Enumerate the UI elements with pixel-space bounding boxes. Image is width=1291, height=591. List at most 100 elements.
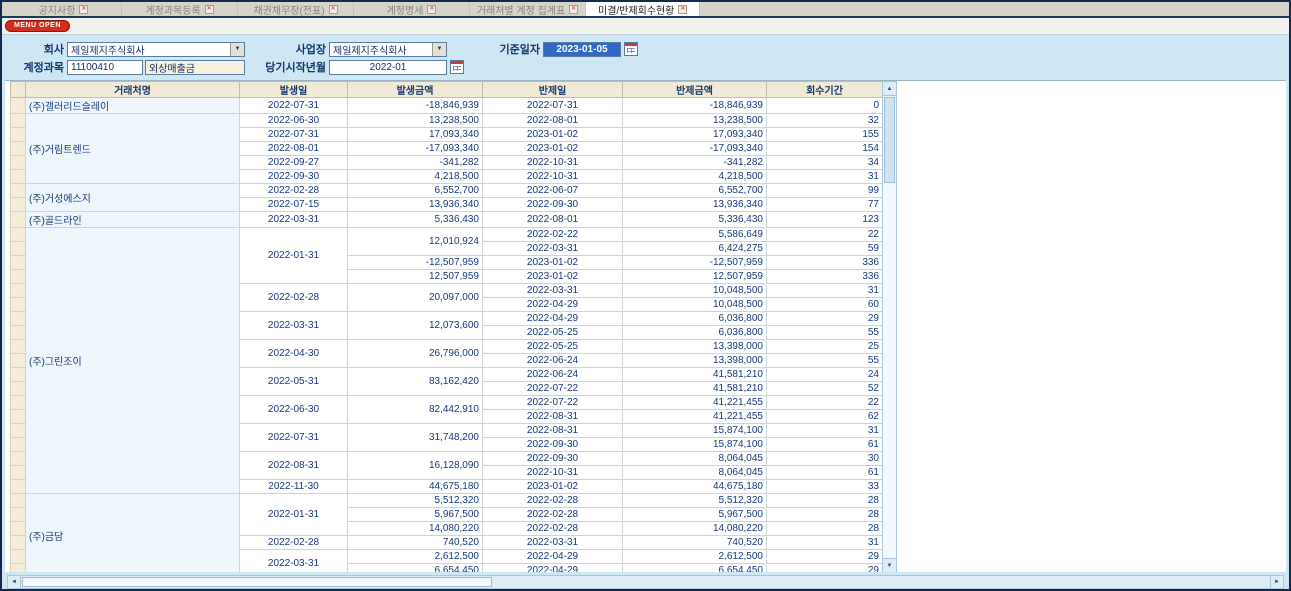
- row-indicator[interactable]: [11, 184, 26, 198]
- cell-settle-date[interactable]: 2022-05-25: [483, 340, 623, 354]
- cell-occur-amount[interactable]: 740,520: [348, 536, 483, 550]
- cell-customer[interactable]: (주)그린조이: [26, 228, 240, 494]
- cell-occur-amount[interactable]: 5,512,320: [348, 494, 483, 508]
- row-indicator[interactable]: [11, 438, 26, 452]
- tab-close-icon[interactable]: ✕: [329, 5, 338, 14]
- cell-collection-days[interactable]: 30: [767, 452, 883, 466]
- cell-settle-date[interactable]: 2023-01-02: [483, 480, 623, 494]
- cell-collection-days[interactable]: 31: [767, 284, 883, 298]
- v-scroll-thumb[interactable]: [884, 97, 895, 183]
- row-indicator[interactable]: [11, 284, 26, 298]
- cell-occur-date[interactable]: 2022-05-31: [240, 368, 348, 396]
- cell-occur-date[interactable]: 2022-03-31: [240, 212, 348, 228]
- row-indicator[interactable]: [11, 522, 26, 536]
- row-indicator[interactable]: [11, 228, 26, 242]
- cell-occur-date[interactable]: 2022-03-31: [240, 312, 348, 340]
- cell-occur-amount[interactable]: 5,967,500: [348, 508, 483, 522]
- scroll-right-icon[interactable]: ►: [1270, 576, 1283, 588]
- cell-settle-date[interactable]: 2022-05-25: [483, 326, 623, 340]
- row-indicator[interactable]: [11, 480, 26, 494]
- row-indicator[interactable]: [11, 142, 26, 156]
- row-indicator[interactable]: [11, 466, 26, 480]
- tab-close-icon[interactable]: ✕: [678, 5, 687, 14]
- cell-occur-amount[interactable]: 13,936,340: [348, 198, 483, 212]
- cell-settle-amount[interactable]: 13,398,000: [623, 340, 767, 354]
- row-indicator[interactable]: [11, 452, 26, 466]
- cell-collection-days[interactable]: 28: [767, 522, 883, 536]
- cell-collection-days[interactable]: 123: [767, 212, 883, 228]
- horizontal-scrollbar[interactable]: ◄ ►: [7, 575, 1284, 589]
- row-indicator[interactable]: [11, 114, 26, 128]
- row-indicator[interactable]: [11, 550, 26, 564]
- cell-settle-date[interactable]: 2023-01-02: [483, 256, 623, 270]
- cell-settle-amount[interactable]: 8,064,045: [623, 466, 767, 480]
- cell-collection-days[interactable]: 99: [767, 184, 883, 198]
- row-indicator[interactable]: [11, 312, 26, 326]
- cell-collection-days[interactable]: 62: [767, 410, 883, 424]
- row-indicator[interactable]: [11, 198, 26, 212]
- cell-settle-amount[interactable]: 41,221,455: [623, 396, 767, 410]
- cell-settle-date[interactable]: 2022-09-30: [483, 438, 623, 452]
- cell-settle-amount[interactable]: 10,048,500: [623, 284, 767, 298]
- cell-collection-days[interactable]: 33: [767, 480, 883, 494]
- cell-settle-amount[interactable]: 8,064,045: [623, 452, 767, 466]
- cell-settle-date[interactable]: 2022-07-31: [483, 98, 623, 114]
- cell-collection-days[interactable]: 154: [767, 142, 883, 156]
- cell-collection-days[interactable]: 0: [767, 98, 883, 114]
- cell-settle-amount[interactable]: 41,581,210: [623, 382, 767, 396]
- cell-customer[interactable]: (주)금담: [26, 494, 240, 573]
- cell-occur-amount[interactable]: 12,507,959: [348, 270, 483, 284]
- calendar-icon[interactable]: [624, 42, 638, 56]
- cell-settle-date[interactable]: 2023-01-02: [483, 270, 623, 284]
- cell-settle-amount[interactable]: 5,586,649: [623, 228, 767, 242]
- calendar-icon[interactable]: [450, 60, 464, 74]
- cell-occur-amount[interactable]: 4,218,500: [348, 170, 483, 184]
- cell-settle-amount[interactable]: 17,093,340: [623, 128, 767, 142]
- cell-occur-date[interactable]: 2022-02-28: [240, 184, 348, 198]
- cell-settle-date[interactable]: 2022-07-22: [483, 382, 623, 396]
- cell-settle-date[interactable]: 2022-04-29: [483, 550, 623, 564]
- cell-occur-amount[interactable]: 6,654,450: [348, 564, 483, 573]
- cell-settle-date[interactable]: 2022-02-28: [483, 508, 623, 522]
- period-input[interactable]: 2022-01: [329, 60, 447, 75]
- row-indicator[interactable]: [11, 242, 26, 256]
- cell-collection-days[interactable]: 60: [767, 298, 883, 312]
- row-indicator[interactable]: [11, 98, 26, 114]
- cell-settle-amount[interactable]: -17,093,340: [623, 142, 767, 156]
- cell-settle-amount[interactable]: 10,048,500: [623, 298, 767, 312]
- cell-settle-amount[interactable]: 12,507,959: [623, 270, 767, 284]
- cell-occur-amount[interactable]: 13,238,500: [348, 114, 483, 128]
- cell-occur-date[interactable]: 2022-07-15: [240, 198, 348, 212]
- scroll-up-icon[interactable]: ▲: [883, 82, 896, 96]
- cell-settle-date[interactable]: 2022-06-24: [483, 368, 623, 382]
- tab-item[interactable]: 공지사항 ✕: [6, 2, 122, 16]
- cell-settle-date[interactable]: 2022-04-29: [483, 564, 623, 573]
- cell-occur-date[interactable]: 2022-04-30: [240, 340, 348, 368]
- cell-occur-amount[interactable]: 6,552,700: [348, 184, 483, 198]
- cell-customer[interactable]: (주)거성에스지: [26, 184, 240, 212]
- cell-occur-amount[interactable]: 2,612,500: [348, 550, 483, 564]
- account-name-field[interactable]: 외상매출금: [145, 60, 245, 75]
- cell-occur-amount[interactable]: 16,128,090: [348, 452, 483, 480]
- cell-occur-date[interactable]: 2022-07-31: [240, 98, 348, 114]
- cell-settle-date[interactable]: 2022-10-31: [483, 170, 623, 184]
- base-date-input[interactable]: 2023-01-05: [543, 42, 621, 57]
- row-indicator[interactable]: [11, 128, 26, 142]
- cell-collection-days[interactable]: 22: [767, 396, 883, 410]
- cell-settle-amount[interactable]: 4,218,500: [623, 170, 767, 184]
- cell-occur-date[interactable]: 2022-02-28: [240, 284, 348, 312]
- cell-settle-amount[interactable]: 15,874,100: [623, 438, 767, 452]
- cell-collection-days[interactable]: 31: [767, 536, 883, 550]
- scroll-left-icon[interactable]: ◄: [8, 576, 21, 588]
- cell-settle-date[interactable]: 2022-08-01: [483, 212, 623, 228]
- cell-occur-amount[interactable]: 17,093,340: [348, 128, 483, 142]
- cell-settle-amount[interactable]: 13,238,500: [623, 114, 767, 128]
- cell-settle-amount[interactable]: 41,221,455: [623, 410, 767, 424]
- cell-customer[interactable]: (주)거림트렌드: [26, 114, 240, 184]
- cell-settle-amount[interactable]: -341,282: [623, 156, 767, 170]
- cell-settle-date[interactable]: 2022-03-31: [483, 284, 623, 298]
- row-indicator[interactable]: [11, 410, 26, 424]
- cell-settle-date[interactable]: 2022-10-31: [483, 466, 623, 480]
- row-indicator[interactable]: [11, 212, 26, 228]
- cell-settle-date[interactable]: 2022-02-22: [483, 228, 623, 242]
